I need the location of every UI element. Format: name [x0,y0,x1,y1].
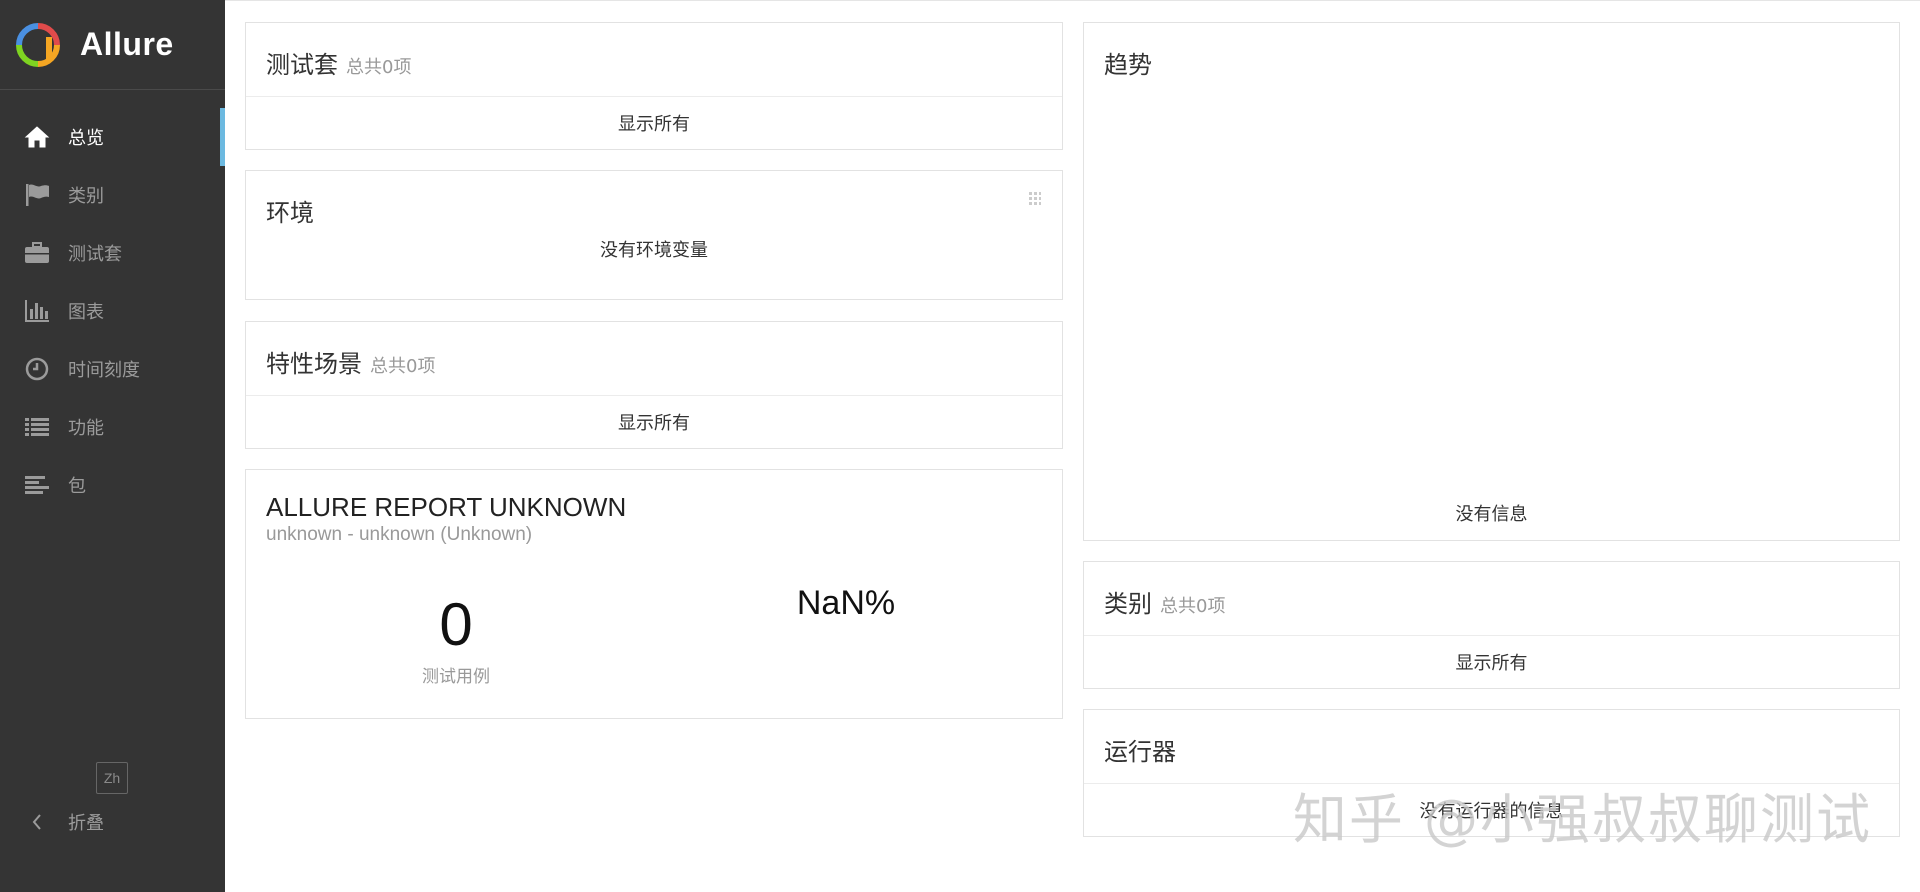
sidebar-item-label: 图表 [68,302,104,323]
brand[interactable]: Allure [0,0,225,90]
suites-show-all[interactable]: 显示所有 [246,97,1062,149]
sidebar-item-timeline[interactable]: 时间刻度 [0,340,225,398]
categories-widget: 类别 总共0项 显示所有 [1083,561,1900,689]
sidebar-item-overview[interactable]: 总览 [0,108,225,166]
suites-title: 测试套 [266,51,338,79]
align-left-icon [22,470,52,500]
sidebar-item-categories[interactable]: 类别 [0,166,225,224]
trend-widget: 趋势 没有信息 [1083,22,1900,541]
sidebar-nav: 总览 类别 测试套 图表 时间刻度 功能 包 [0,108,225,514]
collapse-label: 折叠 [68,813,104,834]
briefcase-icon [22,238,52,268]
suites-widget: 测试套 总共0项 显示所有 [245,22,1063,150]
executors-title: 运行器 [1104,738,1176,766]
report-summary-widget: ALLURE REPORT UNKNOWN unknown - unknown … [245,469,1063,719]
sidebar-item-label: 类别 [68,186,104,207]
drag-handle-icon[interactable] [1028,191,1042,207]
sidebar-item-behaviors[interactable]: 功能 [0,398,225,456]
report-subtitle: unknown - unknown (Unknown) [266,524,533,545]
sidebar: Allure 总览 类别 测试套 图表 时间刻度 功能 包 Zh 折叠 [0,0,225,892]
home-icon [22,122,52,152]
sidebar-item-label: 时间刻度 [68,360,140,381]
sidebar-item-graphs[interactable]: 图表 [0,282,225,340]
features-header: 特性场景 总共0项 [246,322,1062,396]
trend-header: 趋势 [1084,23,1899,97]
suites-header: 测试套 总共0项 [246,23,1062,97]
chevron-left-icon [22,813,52,831]
categories-title: 类别 [1104,590,1152,618]
sidebar-item-suites[interactable]: 测试套 [0,224,225,282]
brand-name: Allure [80,26,174,62]
environment-widget: 环境 没有环境变量 [245,170,1063,300]
executors-header: 运行器 [1084,710,1899,784]
test-case-count-label: 测试用例 [422,667,490,687]
categories-header: 类别 总共0项 [1084,562,1899,636]
environment-empty: 没有环境变量 [600,240,708,261]
categories-total: 总共0项 [1160,596,1226,617]
features-show-all[interactable]: 显示所有 [246,396,1062,448]
executors-empty: 没有运行器的信息 [1419,801,1564,822]
clock-icon [22,354,52,384]
sidebar-item-label: 包 [68,476,86,497]
list-icon [22,412,52,442]
bar-chart-icon [22,296,52,326]
trend-title: 趋势 [1104,51,1152,79]
suites-total: 总共0项 [346,57,412,78]
sidebar-item-label: 总览 [68,128,104,149]
executors-widget: 运行器 没有运行器的信息 [1083,709,1900,837]
report-title: ALLURE REPORT UNKNOWN [266,492,627,522]
categories-show-all[interactable]: 显示所有 [1084,636,1899,688]
sidebar-item-packages[interactable]: 包 [0,456,225,514]
success-percent: NaN% [796,584,896,622]
flag-icon [22,180,52,210]
allure-logo-icon [16,22,60,67]
features-title: 特性场景 [266,350,362,378]
trend-empty: 没有信息 [1455,504,1528,525]
features-widget: 特性场景 总共0项 显示所有 [245,321,1063,449]
test-case-count: 0 [439,591,473,658]
collapse-button[interactable]: 折叠 [22,802,104,842]
sidebar-item-label: 测试套 [68,244,122,265]
language-button[interactable]: Zh [96,762,128,794]
main-content: 测试套 总共0项 显示所有 环境 没有环境变量 特性场景 总共0项 显示所有 A… [225,0,1920,892]
environment-title: 环境 [266,199,314,227]
features-total: 总共0项 [370,356,436,377]
sidebar-item-label: 功能 [68,418,104,439]
